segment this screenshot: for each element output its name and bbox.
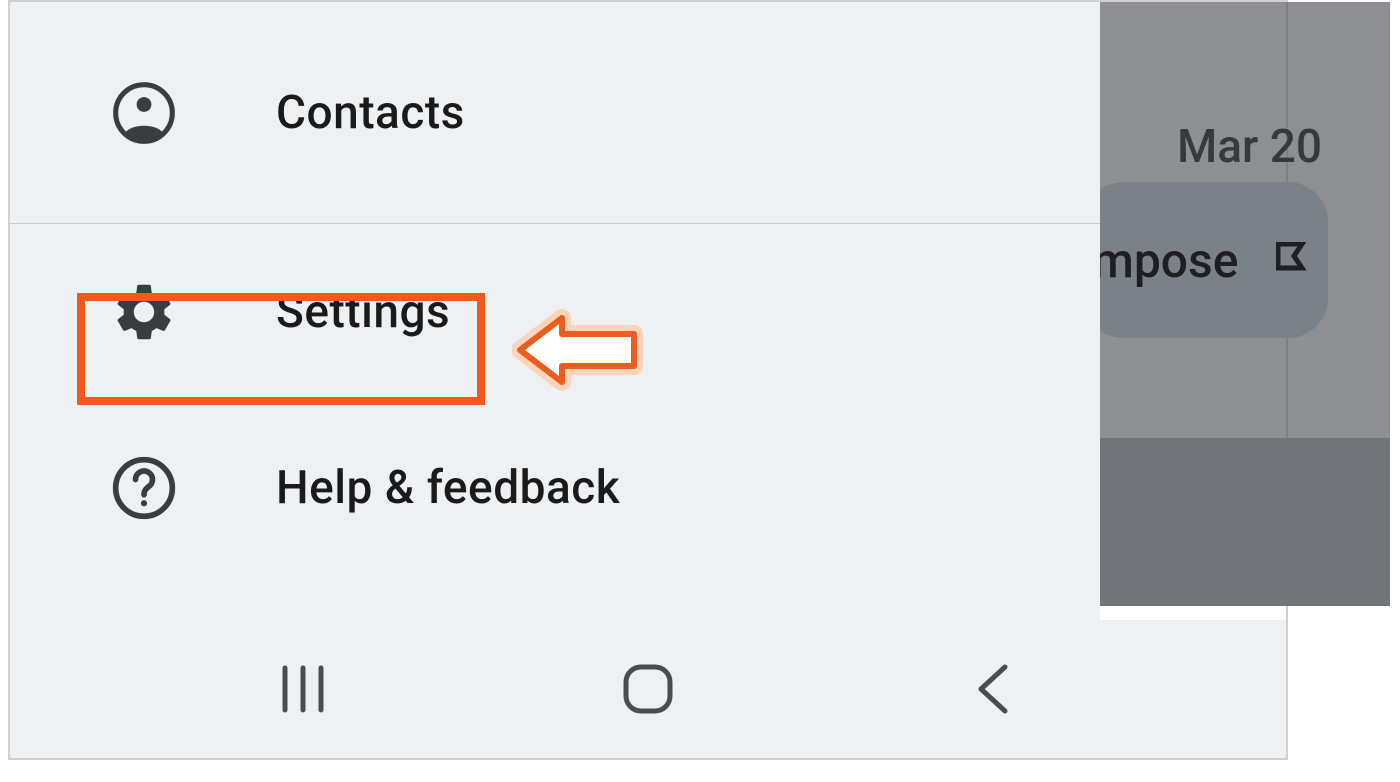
compose-button-label: mpose — [1092, 232, 1238, 289]
nav-back-button[interactable] — [893, 649, 1093, 729]
home-icon — [621, 662, 675, 716]
sidebar-item-label: Settings — [276, 285, 450, 339]
sidebar-item-label: Contacts — [276, 86, 465, 140]
nav-recents-button[interactable] — [203, 649, 403, 729]
flag-icon — [1276, 242, 1308, 288]
gear-icon — [110, 278, 178, 346]
help-circle-icon — [110, 454, 178, 522]
android-nav-bar — [10, 620, 1286, 758]
recents-icon — [279, 664, 327, 714]
navigation-drawer: Contacts Settings Help & feedback — [10, 2, 1100, 624]
sidebar-item-contacts[interactable]: Contacts — [10, 2, 1100, 224]
sidebar-item-settings[interactable]: Settings — [10, 224, 1100, 400]
compose-button[interactable]: mpose — [1084, 182, 1328, 338]
screenshot-container: Mar 20 mpose Contacts — [8, 0, 1288, 760]
email-date: Mar 20 — [1177, 120, 1322, 174]
sidebar-item-label: Help & feedback — [276, 461, 620, 515]
back-icon — [973, 661, 1013, 717]
sidebar-item-help-feedback[interactable]: Help & feedback — [10, 400, 1100, 576]
background-panel — [1100, 438, 1390, 606]
nav-home-button[interactable] — [548, 649, 748, 729]
person-circle-icon — [110, 79, 178, 147]
